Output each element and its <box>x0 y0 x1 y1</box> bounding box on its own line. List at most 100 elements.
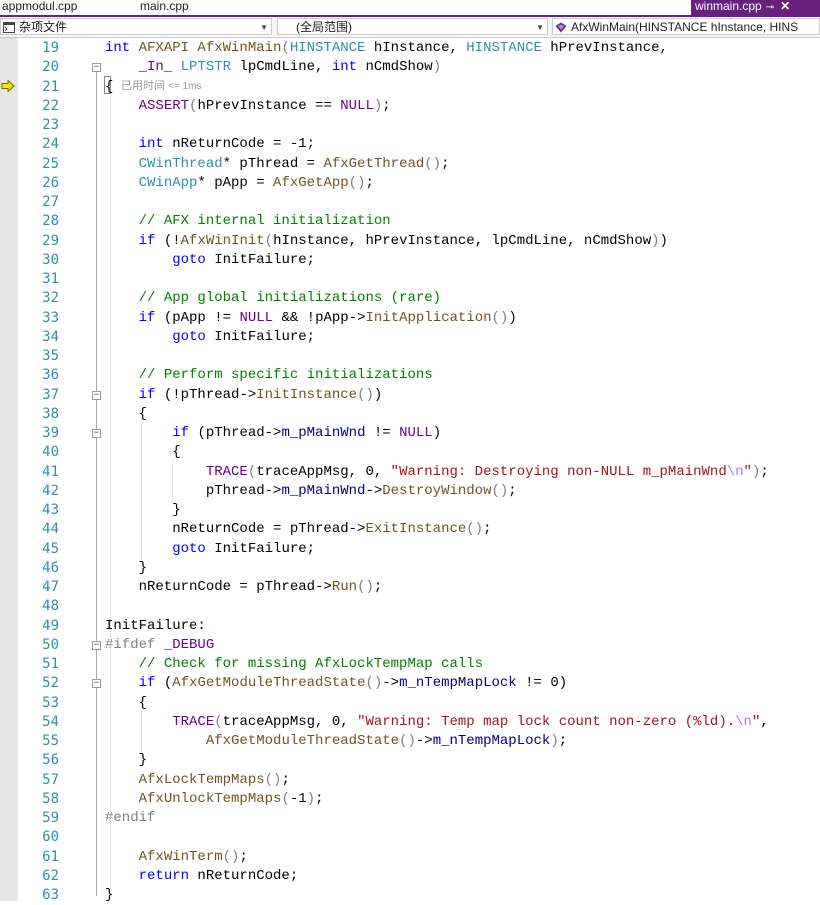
code-token: m_pMainWnd <box>281 425 366 441</box>
code-token: m_nTempMapLock <box>432 733 551 749</box>
code-text: } <box>105 501 180 520</box>
code-line[interactable]: 20 _In_ LPTSTR lpCmdLine, int nCmdShow) <box>0 58 820 77</box>
code-line[interactable]: 38 { <box>0 405 820 424</box>
code-text: _In_ LPTSTR lpCmdLine, int nCmdShow) <box>105 58 441 77</box>
line-number: 24 <box>42 136 59 153</box>
line-number: 35 <box>42 348 59 364</box>
code-text: #ifdef _DEBUG <box>105 636 214 655</box>
project-dropdown[interactable]: 杂项文件 ▼ <box>0 18 272 35</box>
code-token: // App global initializations (rare) <box>138 290 442 307</box>
code-line[interactable]: 57 AfxLockTempMaps(); <box>0 771 820 790</box>
code-line[interactable]: 34 goto InitFailure; <box>0 328 820 347</box>
code-line[interactable]: 46 } <box>0 559 820 578</box>
tab-label: main.cpp <box>140 0 189 13</box>
code-line[interactable]: 35 <box>0 347 820 366</box>
code-line[interactable]: 19 int AFXAPI AfxWinMain(HINSTANCE hInsta… <box>0 39 820 58</box>
line-number: 62 <box>42 867 59 884</box>
line-number: 61 <box>42 848 59 865</box>
code-line[interactable]: 59 #endif <box>0 809 820 828</box>
line-number: 28 <box>42 213 59 230</box>
code-token: ) <box>432 425 442 441</box>
code-text: CWinThread* pThread = AfxGetThread(); <box>105 155 450 174</box>
indent-guide <box>141 421 142 559</box>
code-token: != 0) <box>516 675 568 692</box>
code-line[interactable]: 62 return nReturnCode; <box>0 867 820 886</box>
code-editor[interactable]: 已用时间 <= 1ms 19 int AFXAPI AfxWinMain(HINS… <box>0 38 820 903</box>
code-line[interactable]: 30 goto InitFailure; <box>0 251 820 270</box>
code-line[interactable]: 36 // Perform specific initializations <box>0 366 820 385</box>
code-token: " <box>743 463 752 480</box>
code-token: int <box>138 136 173 153</box>
code-line[interactable]: 60 <box>0 828 820 847</box>
code-line[interactable]: 28 // AFX internal initialization <box>0 212 820 231</box>
collapse-icon[interactable]: − <box>92 429 101 438</box>
code-token: TRACE <box>205 463 248 480</box>
code-line[interactable]: 53 { <box>0 694 820 713</box>
code-token: -> <box>382 675 400 692</box>
member-dropdown[interactable]: AfxWinMain(HINSTANCE hInstance, HINS <box>552 18 820 35</box>
code-line[interactable]: 41 TRACE(traceAppMsg, 0, "Warning: Destr… <box>0 463 820 482</box>
code-line[interactable]: 45 goto InitFailure; <box>0 540 820 559</box>
code-line[interactable]: 21 { <box>0 78 820 97</box>
code-line[interactable]: 51 // Check for missing AfxLockTempMap c… <box>0 655 820 674</box>
code-line[interactable]: 27 <box>0 193 820 212</box>
code-line[interactable]: 33 if (pApp != NULL && !pApp->InitApplic… <box>0 309 820 328</box>
code-token: goto <box>172 251 215 268</box>
code-token: ; <box>373 579 383 595</box>
code-line[interactable]: 26 CWinApp* pApp = AfxGetApp(); <box>0 174 820 193</box>
code-token: nReturnCode = -1; <box>172 136 316 153</box>
code-line[interactable]: 44 nReturnCode = pThread->ExitInstance()… <box>0 520 820 539</box>
tab-appmodul-cpp[interactable]: appmodul.cpp <box>2 0 77 15</box>
code-line[interactable]: 63} <box>0 886 820 905</box>
project-icon <box>3 22 15 33</box>
code-token: { <box>105 78 114 95</box>
collapse-icon[interactable]: − <box>92 640 101 650</box>
line-number: 50 <box>42 636 59 653</box>
code-text: int AFXAPI AfxWinMain(HINSTANCE hInstanc… <box>105 39 668 58</box>
pin-icon[interactable]: ⊸ <box>766 2 774 13</box>
tab-winmain-cpp[interactable]: winmain.cpp ⊸ ✕ <box>691 0 820 15</box>
code-token: { <box>105 444 181 461</box>
code-line[interactable]: 37 if (!pThread->InitInstance()) <box>0 386 820 405</box>
code-token: _In_ <box>138 59 181 76</box>
code-line[interactable]: 40 { <box>0 443 820 462</box>
code-line[interactable]: 25 CWinThread* pThread = AfxGetThread(); <box>0 155 820 174</box>
code-text: AfxUnlockTempMaps(-1); <box>105 790 324 809</box>
code-token: () <box>424 155 442 172</box>
line-number: 27 <box>42 194 59 210</box>
code-token: AfxGetModuleThreadState <box>205 733 400 749</box>
collapse-icon[interactable]: − <box>92 679 101 689</box>
code-line[interactable]: 43 } <box>0 501 820 520</box>
code-line[interactable]: 32 // App global initializations (rare) <box>0 289 820 308</box>
line-number: 36 <box>42 367 59 384</box>
code-line[interactable]: 48 <box>0 597 820 616</box>
code-line[interactable]: 52 if (AfxGetModuleThreadState()->m_nTem… <box>0 674 820 693</box>
code-line[interactable]: 29 if (!AfxWinInit(hInstance, hPrevInsta… <box>0 232 820 251</box>
code-line[interactable]: 54 TRACE(traceAppMsg, 0, "Warning: Temp … <box>0 713 820 732</box>
code-line[interactable]: 42 pThread->m_pMainWnd->DestroyWindow(); <box>0 482 820 501</box>
code-line[interactable]: 49 InitFailure: <box>0 617 820 636</box>
code-token: TRACE <box>172 713 215 730</box>
code-token: hPrevInstance, <box>550 40 668 56</box>
tab-main-cpp[interactable]: main.cpp <box>140 0 189 15</box>
code-line[interactable]: 55 AfxGetModuleThreadState()->m_nTempMap… <box>0 732 820 751</box>
code-line[interactable]: 39 if (pThread->m_pMainWnd != NULL) <box>0 424 820 443</box>
close-icon[interactable]: ✕ <box>780 0 790 13</box>
code-token: InitFailure; <box>214 328 316 345</box>
code-token: CWinApp <box>138 174 198 191</box>
code-line[interactable]: 22 ASSERT(hPrevInstance == NULL); <box>0 97 820 116</box>
code-token: ASSERT <box>138 97 190 114</box>
code-token: , <box>760 713 769 730</box>
code-line[interactable]: 47 nReturnCode = pThread->Run(); <box>0 578 820 597</box>
scope-dropdown[interactable]: (全局范围) ▼ <box>277 18 548 35</box>
code-line[interactable]: 23 <box>0 116 820 135</box>
code-line[interactable]: 50 #ifdef _DEBUG <box>0 636 820 655</box>
code-line[interactable]: 61 AfxWinTerm(); <box>0 848 820 867</box>
collapse-icon[interactable]: − <box>92 63 101 73</box>
code-token: traceAppMsg, 0, <box>256 463 391 480</box>
code-line[interactable]: 56 } <box>0 751 820 770</box>
code-line[interactable]: 31 <box>0 270 820 289</box>
collapse-icon[interactable]: − <box>92 390 101 400</box>
code-line[interactable]: 24 int nReturnCode = -1; <box>0 135 820 154</box>
code-line[interactable]: 58 AfxUnlockTempMaps(-1); <box>0 790 820 809</box>
